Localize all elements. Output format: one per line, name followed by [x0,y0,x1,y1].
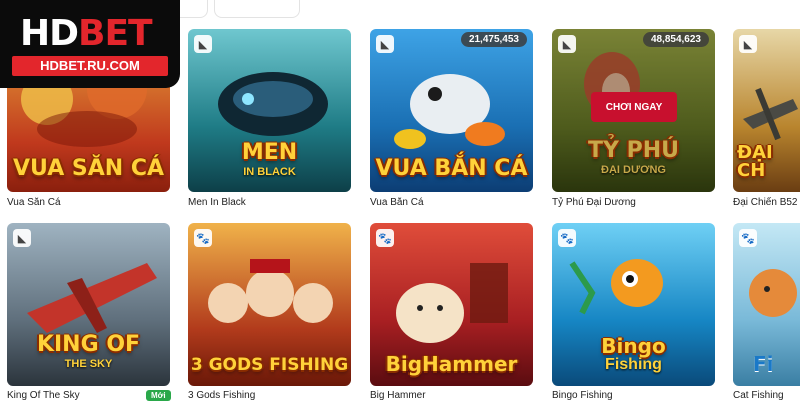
game-art-title: VUA SĂN CÁ [12,156,164,181]
provider-icon: ◣ [376,35,394,53]
game-name[interactable]: Vua Săn Cá [7,197,61,208]
game-art-title: Fi [753,352,774,376]
paw-icon: 🐾 [376,229,394,247]
game-art-title: Bingo [601,334,666,358]
game-card-big-hammer[interactable]: 🐾 BigHammer [370,223,533,386]
game-name[interactable]: King Of The Sky [7,390,80,401]
game-card-3-gods-fishing[interactable]: 🐾 3 GODS FISHING [188,223,351,386]
game-art-subtitle: IN BLACK [243,166,296,178]
paw-icon: 🐾 [194,229,212,247]
game-card-vua-ban-ca[interactable]: ◣ 21,475,453 VUA BẮN CÁ [370,29,533,192]
game-card-dai-chien-b52[interactable]: ◣ ĐẠI CH [733,29,800,192]
game-art-title: 3 GODS FISHING [190,355,349,375]
game-art-title: TỶ PHÚ [588,138,679,163]
provider-icon: ◣ [13,229,31,247]
game-art-subtitle: ĐẠI DƯƠNG [601,164,666,176]
paw-icon: 🐾 [558,229,576,247]
jackpot-counter: 21,475,453 [460,32,527,47]
logo-wordmark: HDBET [20,13,153,54]
provider-icon: ◣ [194,35,212,53]
jackpot-counter: 48,854,623 [642,32,709,47]
new-badge: Mới [146,390,171,401]
game-art-subtitle: THE SKY [64,358,113,370]
game-art-title: ĐẠI CH [737,142,773,181]
game-name[interactable]: Big Hammer [370,390,426,401]
logo-text-hd: HD [20,13,79,54]
logo-url: HDBET.RU.COM [12,56,168,76]
game-card-king-of-the-sky[interactable]: ◣ KING OF THE SKY [7,223,170,386]
game-name[interactable]: Đại Chiến B52 [733,197,800,208]
top-filter-pill[interactable] [214,0,300,18]
game-name[interactable]: Men In Black [188,197,246,208]
game-art-subtitle: Fishing [605,356,662,373]
hdbet-logo[interactable]: HDBET HDBET.RU.COM [0,0,180,88]
game-art-title: BigHammer [385,352,518,376]
game-card-men-in-black[interactable]: ◣ MEN IN BLACK [188,29,351,192]
game-art-title: KING OF [36,332,141,357]
game-name[interactable]: Tỷ Phú Đại Dương [552,197,636,208]
game-card-cat-fishing[interactable]: 🐾 Fi [733,223,800,386]
game-name[interactable]: 3 Gods Fishing [188,390,255,401]
game-art-title: VUA BẮN CÁ [375,156,528,181]
paw-icon: 🐾 [739,229,757,247]
game-card-bingo-fishing[interactable]: 🐾 Bingo Fishing [552,223,715,386]
game-name[interactable]: Vua Bắn Cá [370,197,424,208]
provider-icon: ◣ [739,35,757,53]
game-card-ty-phu-dai-duong[interactable]: ◣ 48,854,623 CHƠI NGAY TỶ PHÚ ĐẠI DƯƠNG [552,29,715,192]
game-art-title: MEN [241,140,298,165]
play-now-button[interactable]: CHƠI NGAY [591,92,677,122]
provider-icon: ◣ [558,35,576,53]
game-name[interactable]: Cat Fishing [733,390,800,401]
game-name[interactable]: Bingo Fishing [552,390,613,401]
logo-text-bet: BET [78,13,153,54]
